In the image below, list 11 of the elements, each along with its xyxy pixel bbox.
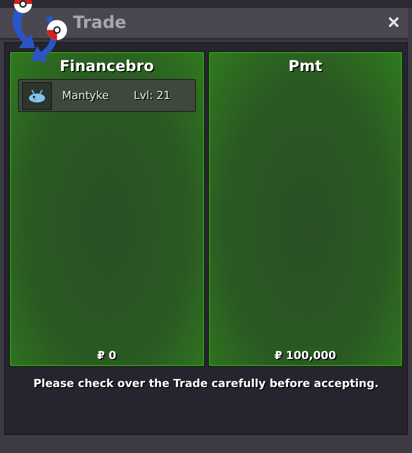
trader-name: Pmt — [287, 56, 324, 75]
pokemon-name: Mantyke — [62, 89, 109, 102]
pokemon-level: Lvl: 21 — [134, 89, 170, 102]
creature-icon — [22, 82, 52, 110]
money-amount: ₽ 0 — [96, 349, 118, 364]
money-amount: ₽ 100,000 — [273, 349, 338, 364]
trader-name: Financebro — [58, 56, 155, 75]
pokemon-slot[interactable]: Mantyke Lvl: 21 — [18, 79, 196, 112]
window-title: Trade — [73, 13, 126, 33]
notice-text: Please check over the Trade carefully before accepting. — [32, 377, 380, 390]
close-button[interactable]: ✕ — [385, 13, 402, 33]
